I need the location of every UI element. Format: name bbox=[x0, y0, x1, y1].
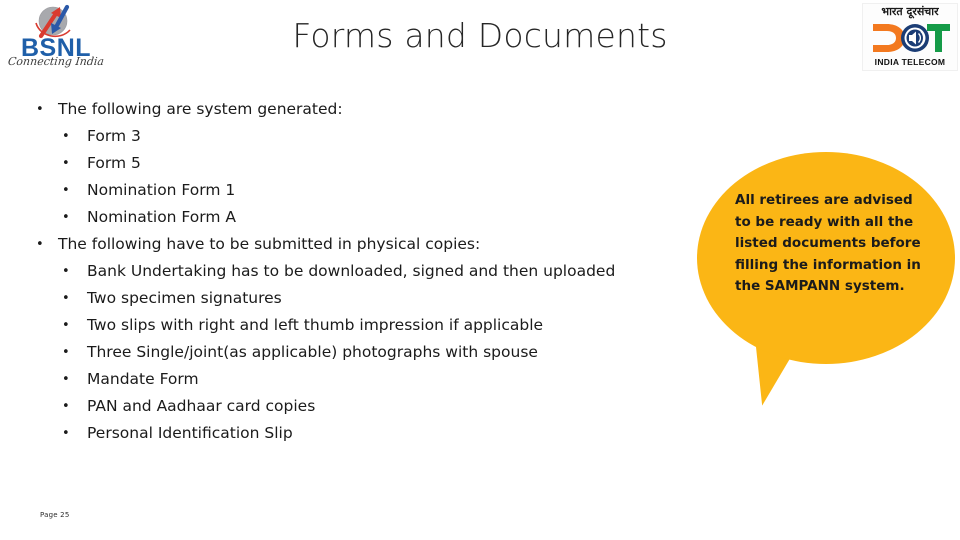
bsnl-logo: BSNL Connecting India bbox=[4, 2, 108, 74]
bullet-item: • Form 5 bbox=[62, 150, 696, 177]
bullet-marker-icon: • bbox=[36, 102, 44, 117]
dot-hindi-label: भारत दूरसंचार bbox=[881, 5, 939, 18]
bullet-label: Nomination Form A bbox=[87, 208, 236, 226]
bullet-label: Personal Identification Slip bbox=[87, 424, 293, 442]
bullet-marker-icon: • bbox=[36, 237, 44, 252]
bsnl-tagline: Connecting India bbox=[7, 55, 105, 68]
bullet-item: • Form 3 bbox=[62, 123, 696, 150]
bullet-item: • Nomination Form 1 bbox=[62, 177, 696, 204]
bullet-list: • The following are system generated: • For… bbox=[36, 96, 696, 447]
bullet-label: The following have to be submitted in ph… bbox=[58, 235, 481, 253]
bullet-marker-icon: • bbox=[62, 264, 70, 279]
bullet-marker-icon: • bbox=[62, 399, 70, 414]
bullet-marker-icon: • bbox=[62, 345, 70, 360]
bullet-label: Mandate Form bbox=[87, 370, 199, 388]
bullet-label: Three Single/joint(as applicable) photog… bbox=[87, 343, 538, 361]
bullet-label: Form 3 bbox=[87, 127, 141, 145]
bullet-item: • Three Single/joint(as applicable) photo… bbox=[62, 339, 696, 366]
dot-wordmark-icon bbox=[873, 24, 950, 52]
dot-subtitle: INDIA TELECOM bbox=[874, 57, 946, 67]
bullet-item: • The following have to be submitted in p… bbox=[36, 231, 696, 258]
bullet-label: Nomination Form 1 bbox=[87, 181, 236, 199]
bullet-item: • Nomination Form A bbox=[62, 204, 696, 231]
bullet-item: • Mandate Form bbox=[62, 366, 696, 393]
bullet-label: Bank Undertaking has to be downloaded, s… bbox=[87, 262, 616, 280]
bullet-marker-icon: • bbox=[62, 129, 70, 144]
bullet-marker-icon: • bbox=[62, 318, 70, 333]
bullet-marker-icon: • bbox=[62, 210, 70, 225]
bullet-label: Form 5 bbox=[87, 154, 141, 172]
bullet-marker-icon: • bbox=[62, 291, 70, 306]
bullet-label: Two specimen signatures bbox=[87, 289, 282, 307]
bullet-item: • Personal Identification Slip bbox=[62, 420, 696, 447]
slide-canvas: BSNL Connecting India Forms and Document… bbox=[0, 0, 960, 540]
bullet-label: The following are system generated: bbox=[58, 100, 343, 118]
bullet-item: • Two slips with right and left thumb imp… bbox=[62, 312, 696, 339]
bullet-label: Two slips with right and left thumb impr… bbox=[87, 316, 544, 334]
bullet-marker-icon: • bbox=[62, 426, 70, 441]
page-title: Forms and Documents bbox=[292, 16, 668, 55]
bullet-item: • PAN and Aadhaar card copies bbox=[62, 393, 696, 420]
dot-india-telecom-logo: भारत दूरसंचार INDIA TELECOM bbox=[862, 3, 958, 71]
bullet-item: • Bank Undertaking has to be downloaded, … bbox=[62, 258, 696, 285]
page-number: Page 25 bbox=[40, 511, 70, 519]
bullet-item: • Two specimen signatures bbox=[62, 285, 696, 312]
bullet-item: • The following are system generated: bbox=[36, 96, 696, 123]
bullet-marker-icon: • bbox=[62, 183, 70, 198]
callout-balloon: All retirees are advised to be ready wit… bbox=[697, 152, 955, 406]
callout-text: All retirees are advised to be ready wit… bbox=[735, 192, 921, 294]
bullet-marker-icon: • bbox=[62, 156, 70, 171]
bullet-label: PAN and Aadhaar card copies bbox=[87, 397, 316, 415]
bullet-marker-icon: • bbox=[62, 372, 70, 387]
